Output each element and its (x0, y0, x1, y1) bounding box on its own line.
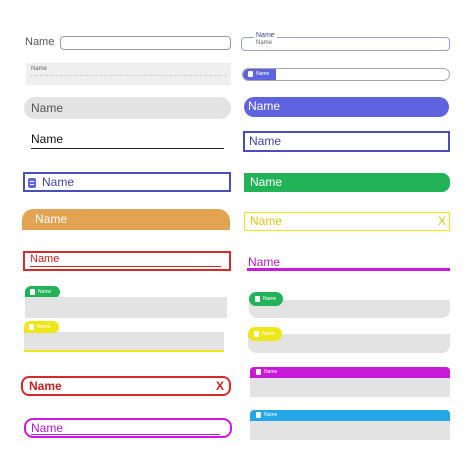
name-field-10[interactable]: Name (244, 173, 450, 192)
field-label: Name (37, 324, 51, 330)
document-icon (254, 330, 259, 337)
name-input[interactable] (60, 36, 231, 50)
name-field-21[interactable]: Name (24, 418, 232, 438)
field-content: Name (28, 175, 74, 189)
field-label: Name (250, 175, 283, 189)
field-label: Name (256, 40, 273, 46)
field-label: Name (31, 101, 64, 115)
document-icon (256, 368, 261, 375)
field-label: Name (31, 66, 48, 72)
field-label: Name (264, 412, 278, 418)
inner-underline (31, 434, 220, 435)
name-field-11[interactable]: Name (22, 209, 230, 230)
name-field-9[interactable]: Name (23, 172, 231, 192)
field-label: Name (248, 255, 281, 269)
name-field-16[interactable]: Name (249, 292, 450, 318)
field-label: Name (29, 379, 62, 393)
name-field-8[interactable]: Name (243, 131, 450, 152)
name-field-5[interactable]: Name (24, 97, 231, 119)
name-field-19[interactable]: Name X (21, 376, 231, 396)
name-field-2[interactable]: Name Name (241, 32, 450, 51)
field-legend: Name (254, 32, 277, 39)
clear-button[interactable]: X (216, 379, 224, 393)
field-tab: Name (24, 321, 59, 333)
document-icon (255, 295, 260, 302)
field-label: Name (250, 214, 283, 228)
name-field-13[interactable]: Name (23, 251, 231, 271)
field-label: Name (35, 212, 68, 226)
name-field-7[interactable]: Name (31, 131, 224, 149)
field-label: Name (30, 253, 60, 265)
name-field-22[interactable]: Name (250, 410, 450, 440)
name-field-6[interactable]: Name (244, 97, 449, 117)
field-label: Name (31, 421, 64, 435)
field-label: Name (248, 99, 281, 113)
name-field-17[interactable]: Name (24, 321, 224, 353)
field-label: Name (249, 134, 282, 148)
field-label: Name (264, 369, 278, 375)
name-field-15[interactable]: Name (25, 286, 227, 318)
document-icon (28, 177, 36, 188)
field-header: Name (250, 367, 450, 378)
name-field-12[interactable]: Name X (244, 212, 450, 231)
document-icon (29, 323, 34, 330)
dashed-underline (30, 75, 227, 76)
field-label: Name (262, 331, 276, 337)
input-box[interactable] (250, 378, 450, 397)
field-label: Name (31, 132, 64, 146)
field-label: Name (256, 71, 270, 77)
input-box[interactable] (24, 332, 224, 352)
document-icon (248, 70, 253, 77)
field-label: Name (38, 289, 52, 295)
name-field-1: Name (25, 35, 231, 51)
name-field-14[interactable]: Name (247, 254, 450, 271)
document-icon (256, 411, 261, 418)
input-box[interactable] (250, 421, 450, 440)
field-tab: Name (243, 69, 276, 80)
document-icon (30, 288, 35, 295)
inner-underline (30, 266, 221, 267)
field-label: Name (42, 175, 75, 189)
field-label: Name (25, 36, 55, 48)
field-tab: Name (248, 327, 282, 341)
name-field-18[interactable]: Name (248, 327, 450, 353)
name-field-20[interactable]: Name (250, 367, 450, 397)
name-field-3[interactable]: Name (26, 63, 231, 85)
field-tab: Name (249, 292, 283, 306)
field-label: Name (263, 296, 277, 302)
clear-button[interactable]: X (438, 214, 446, 228)
field-header: Name (250, 410, 450, 421)
input-box[interactable] (25, 297, 227, 318)
name-field-4[interactable]: Name (242, 68, 450, 81)
